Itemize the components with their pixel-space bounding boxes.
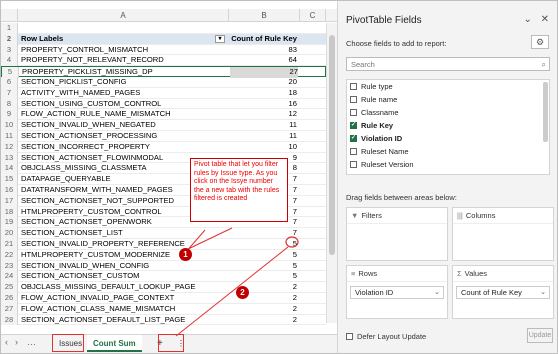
search-icon: ⌕: [541, 60, 546, 69]
update-button[interactable]: Update: [527, 328, 553, 343]
filters-label: Filters: [361, 211, 382, 220]
field-checkbox[interactable]: [350, 109, 357, 116]
field-checkbox[interactable]: [350, 119, 357, 132]
field-list: Rule type Rule name Classname Rule Key Viola…: [346, 79, 550, 175]
arrow-line-2: [175, 246, 289, 337]
gear-icon[interactable]: ⚙: [531, 35, 549, 49]
defer-label: Defer Layout Update: [357, 332, 427, 341]
pane-controls: ⌄ ✕: [523, 14, 549, 25]
field-checkbox[interactable]: [350, 83, 357, 90]
columns-area[interactable]: ||| Columns: [452, 207, 554, 261]
rows-area[interactable]: ≡ Rows Violation ID ⌄: [346, 265, 448, 319]
columns-label: Columns: [465, 211, 496, 220]
checkbox[interactable]: [346, 333, 353, 340]
field-item[interactable]: Ruleset Version: [347, 158, 549, 171]
field-item[interactable]: Rule type: [347, 80, 549, 93]
rows-label: Rows: [358, 269, 378, 278]
pane-title: PivotTable Fields: [346, 15, 422, 26]
defer-layout-checkbox[interactable]: Defer Layout Update: [346, 332, 426, 341]
rows-field-chip[interactable]: Violation ID ⌄: [350, 286, 444, 299]
rows-chip-label: Violation ID: [355, 288, 394, 297]
arrow-line-1b: [185, 227, 233, 251]
field-checkbox[interactable]: [350, 132, 357, 145]
pane-subtitle: Choose fields to add to report:: [346, 39, 447, 48]
filters-area[interactable]: ▼ Filters: [346, 207, 448, 261]
field-item[interactable]: Classname: [347, 106, 549, 119]
values-chip-label: Count of Rule Key: [461, 288, 522, 297]
field-label: Rule name: [361, 95, 398, 104]
field-item[interactable]: Ruleset Name: [347, 145, 549, 158]
search-placeholder: Search: [351, 60, 375, 69]
field-label: Rule Key: [361, 121, 394, 130]
values-label: Values: [464, 269, 488, 278]
values-area[interactable]: Σ Values Count of Rule Key ⌄: [452, 265, 554, 319]
field-checkbox[interactable]: [350, 96, 357, 103]
close-icon[interactable]: ✕: [541, 14, 549, 25]
columns-icon: |||: [457, 211, 463, 220]
field-label: Violation ID: [361, 134, 403, 143]
pane-dropdown-icon[interactable]: ⌄: [523, 14, 531, 25]
chevron-down-icon[interactable]: ⌄: [434, 287, 440, 299]
field-label: Ruleset Name: [361, 147, 409, 156]
field-label: Ruleset Version: [361, 160, 414, 169]
filter-icon: ▼: [351, 211, 359, 220]
search-input[interactable]: Search ⌕: [346, 57, 550, 71]
drag-fields-label: Drag fields between areas below:: [346, 193, 457, 202]
field-item[interactable]: Violation ID: [347, 132, 549, 145]
field-checkbox[interactable]: [350, 148, 357, 155]
pivot-fields-pane: PivotTable Fields ⌄ ✕ Choose fields to a…: [337, 1, 557, 353]
field-item[interactable]: Rule name: [347, 93, 549, 106]
rows-icon: ≡: [351, 269, 356, 278]
annotation-badge-1: 1: [179, 248, 192, 261]
field-checkbox[interactable]: [350, 161, 357, 168]
annotation-badge-2: 2: [236, 286, 249, 299]
field-item[interactable]: Rule Key: [347, 119, 549, 132]
sigma-icon: Σ: [457, 269, 462, 278]
values-field-chip[interactable]: Count of Rule Key ⌄: [456, 286, 550, 299]
field-label: Rule type: [361, 82, 393, 91]
annotation-circle-value: [285, 236, 299, 248]
field-label: Classname: [361, 108, 399, 117]
chevron-down-icon[interactable]: ⌄: [540, 287, 546, 299]
